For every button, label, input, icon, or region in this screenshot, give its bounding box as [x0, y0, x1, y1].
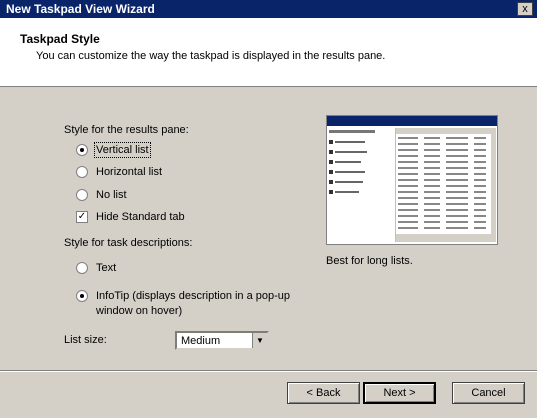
window-title: New Taskpad View Wizard: [6, 2, 155, 16]
vertical-list-label: Vertical list: [94, 142, 151, 158]
page-subtitle: You can customize the way the taskpad is…: [36, 50, 386, 62]
infotip-radio[interactable]: InfoTip (displays description in a pop-u…: [76, 290, 290, 302]
text-radio[interactable]: Text: [76, 262, 116, 274]
preview-scrollbar: [491, 128, 496, 242]
horizontal-list-label: Horizontal list: [96, 166, 163, 178]
list-size-dropdown[interactable]: Medium ▼: [175, 331, 269, 350]
radio-icon: [76, 189, 88, 201]
hide-standard-tab-checkbox[interactable]: ✓ Hide Standard tab: [76, 211, 185, 223]
results-pane-style-label: Style for the results pane:: [64, 124, 189, 136]
no-list-radio[interactable]: No list: [76, 189, 127, 201]
chevron-down-icon[interactable]: ▼: [252, 333, 267, 348]
close-icon[interactable]: x: [517, 2, 533, 16]
preview-results-grid: [395, 128, 492, 242]
checkmark-icon: ✓: [76, 211, 88, 223]
text-label: Text: [96, 262, 117, 274]
vertical-list-radio[interactable]: Vertical list: [76, 142, 151, 158]
infotip-label-line2: window on hover): [96, 305, 183, 317]
next-button[interactable]: Next >: [363, 382, 436, 404]
back-button[interactable]: < Back: [287, 382, 360, 404]
hide-standard-tab-label: Hide Standard tab: [96, 211, 185, 223]
radio-selected-icon: [76, 144, 88, 156]
infotip-label: InfoTip (displays description in a pop-u…: [96, 290, 291, 302]
list-size-value: Medium: [181, 335, 221, 347]
preview-titlebar: [327, 116, 497, 126]
page-title: Taskpad Style: [20, 32, 100, 46]
radio-selected-icon: [76, 290, 88, 302]
radio-icon: [76, 166, 88, 178]
horizontal-list-radio[interactable]: Horizontal list: [76, 166, 162, 178]
button-separator: [0, 370, 537, 372]
cancel-button[interactable]: Cancel: [452, 382, 525, 404]
wizard-window: New Taskpad View Wizard x Taskpad Style …: [0, 0, 537, 418]
radio-icon: [76, 262, 88, 274]
task-descriptions-style-label: Style for task descriptions:: [64, 237, 193, 249]
no-list-label: No list: [96, 189, 127, 201]
list-size-label: List size:: [64, 334, 107, 346]
title-bar: New Taskpad View Wizard x: [0, 0, 537, 18]
style-preview-image: [326, 115, 498, 245]
preview-caption: Best for long lists.: [326, 255, 413, 267]
wizard-header: Taskpad Style You can customize the way …: [0, 18, 537, 87]
preview-task-list: [329, 130, 375, 194]
